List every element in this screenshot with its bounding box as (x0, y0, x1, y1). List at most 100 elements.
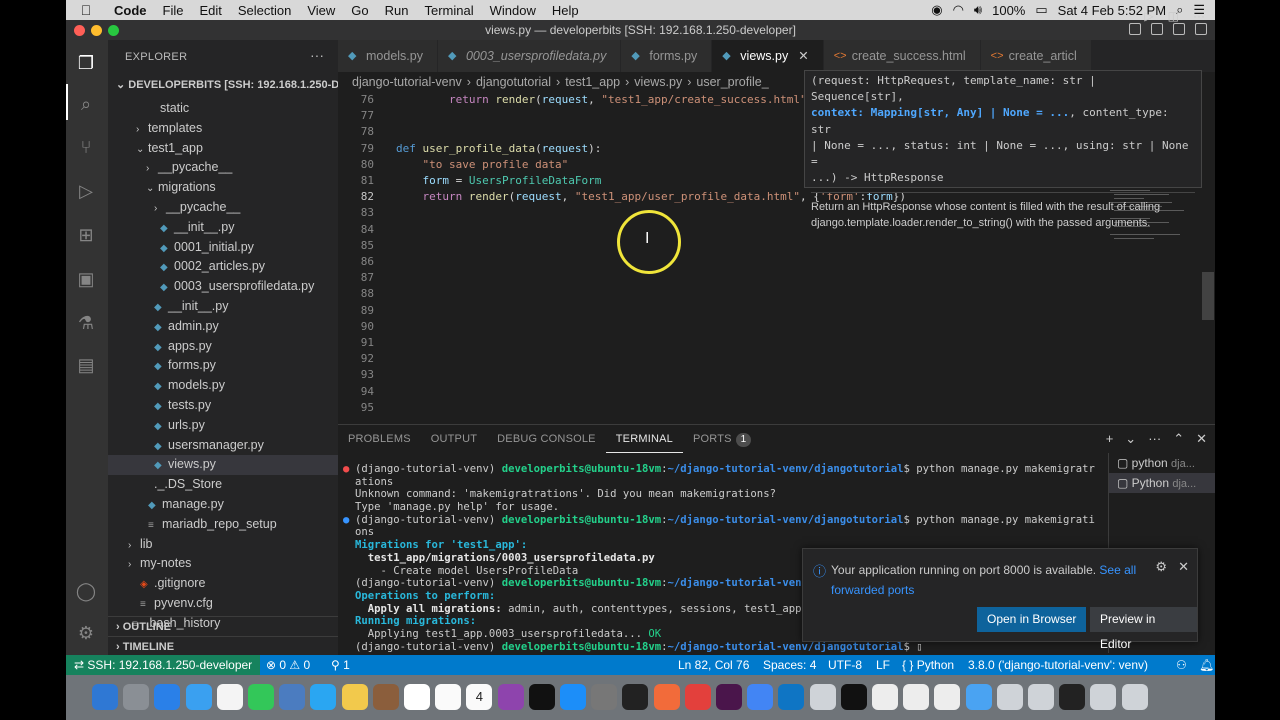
extensions-icon[interactable]: ⊞ (75, 224, 97, 246)
dock-app-icon[interactable] (279, 684, 306, 710)
terminal-item[interactable]: ▢ Python dja... (1109, 473, 1215, 493)
tab-create-articl[interactable]: <> create_articl (980, 40, 1092, 72)
dock-app-icon[interactable] (653, 684, 680, 710)
dock-app-icon[interactable] (1059, 684, 1086, 710)
tab-models-py[interactable]: ◆ models.py (338, 40, 438, 72)
code-line[interactable]: 88 (338, 286, 1215, 302)
tab-0003-usersprofiledata-py[interactable]: ◆ 0003_usersprofiledata.py (437, 40, 622, 72)
tree-item[interactable]: ◆ 0002_articles.py (108, 257, 338, 277)
cursor-position[interactable]: Ln 82, Col 76 (678, 655, 749, 675)
dock-app-icon[interactable] (497, 684, 524, 710)
editor-scrollbar[interactable] (1202, 272, 1214, 320)
close-panel-icon[interactable]: ✕ (1196, 431, 1207, 447)
problems-count[interactable]: ⊗ 0 ⚠ 0 (266, 655, 310, 675)
dock-app-icon[interactable] (1121, 684, 1148, 710)
code-line[interactable]: 92 (338, 351, 1215, 367)
search-icon[interactable]: ⌕ (75, 93, 97, 115)
dock-app-icon[interactable]: 4 (466, 684, 493, 710)
tab-views-py[interactable]: ◆ views.py ✕ (712, 40, 824, 72)
dock-app-icon[interactable] (840, 684, 867, 710)
remote-explorer-icon[interactable]: ▣ (75, 268, 97, 290)
outline-section[interactable]: › OUTLINE (108, 616, 338, 636)
explorer-icon[interactable]: ❐ (75, 52, 97, 74)
more-icon[interactable]: ··· (1193, 9, 1205, 23)
testing-icon[interactable]: ⚗ (75, 312, 97, 334)
dock-app-icon[interactable] (123, 684, 150, 710)
see-all-link[interactable]: See all (1099, 563, 1136, 577)
line-endings[interactable]: LF (876, 655, 890, 675)
code-line[interactable]: 94 (338, 384, 1215, 400)
dock-app-icon[interactable] (310, 684, 337, 710)
tab-ports[interactable]: PORTS 1 (683, 425, 761, 453)
breadcrumb-item[interactable]: djangotutorial (476, 75, 551, 89)
customize-layout-icon[interactable] (1195, 23, 1207, 35)
notification-gear-icon[interactable]: ⚙ (1155, 559, 1167, 575)
tree-item[interactable]: ≡ mariadb_repo_setup (108, 515, 338, 535)
code-line[interactable]: 86 (338, 254, 1215, 270)
source-control-icon[interactable]: ⑂ (75, 136, 97, 158)
tree-item[interactable]: › my-notes (108, 554, 338, 574)
menu-selection[interactable]: Selection (230, 3, 299, 18)
account-icon[interactable]: ◯ (75, 580, 97, 602)
account-feedback-icon[interactable]: ⚇ (1176, 655, 1187, 675)
tree-item[interactable]: ◆ urls.py (108, 416, 338, 436)
more-icon[interactable]: ··· (1148, 431, 1161, 447)
terminal-item[interactable]: ▢ python dja... (1109, 453, 1215, 473)
breadcrumb-item[interactable]: views.py (634, 75, 682, 89)
dock-app-icon[interactable] (185, 684, 212, 710)
dock-app-icon[interactable] (92, 684, 118, 710)
close-icon[interactable]: ✕ (1178, 559, 1189, 575)
forwarded-ports-link[interactable]: forwarded ports (831, 583, 914, 597)
minimize-window-button[interactable] (91, 25, 102, 36)
encoding[interactable]: UTF-8 (828, 655, 862, 675)
menu-code[interactable]: Code (106, 3, 155, 18)
tab-output[interactable]: OUTPUT (421, 425, 487, 453)
tree-item[interactable]: › __pycache__ (108, 198, 338, 218)
preview-in-editor-button[interactable]: Preview in Editor (1090, 607, 1197, 651)
dock-app-icon[interactable] (1028, 684, 1054, 710)
tree-item[interactable]: ._.DS_Store (108, 475, 338, 495)
tab-terminal[interactable]: TERMINAL (605, 425, 683, 453)
menu-terminal[interactable]: Terminal (417, 3, 482, 18)
dock-app-icon[interactable] (216, 684, 243, 710)
database-icon[interactable]: ▤ (75, 354, 97, 376)
command-status-icon[interactable]: ● (343, 514, 349, 527)
code-line[interactable]: 87 (338, 270, 1215, 286)
wifi-icon[interactable]: ◠ (953, 2, 964, 18)
dock-app-icon[interactable] (372, 684, 399, 710)
tree-item[interactable]: ◆ __init__.py (108, 218, 338, 238)
battery-label[interactable]: 100% (992, 3, 1025, 18)
tree-item[interactable]: ◈ .gitignore (108, 574, 338, 594)
new-terminal-icon[interactable]: + (1106, 431, 1114, 447)
dock-app-icon[interactable] (622, 684, 649, 710)
dock-app-icon[interactable] (903, 684, 930, 710)
tree-item[interactable]: ◆ usersmanager.py (108, 436, 338, 456)
python-interpreter[interactable]: 3.8.0 ('django-tutorial-venv': venv) (968, 655, 1148, 675)
dock-app-icon[interactable] (248, 684, 274, 710)
run-debug-icon[interactable]: ▷ (75, 180, 97, 202)
menu-window[interactable]: Window (482, 3, 544, 18)
close-tab-icon[interactable]: ✕ (798, 49, 808, 63)
dock-app-icon[interactable] (809, 684, 836, 710)
tree-item[interactable]: › __pycache__ (108, 158, 338, 178)
maximize-panel-icon[interactable]: ⌃ (1173, 431, 1184, 447)
code-line[interactable]: 85 (338, 238, 1215, 254)
settings-gear-icon[interactable]: ⚙ (75, 622, 97, 644)
dock-app-icon[interactable] (747, 684, 774, 710)
tree-item[interactable]: ◆ admin.py (108, 317, 338, 337)
more-actions-icon[interactable]: ··· (310, 47, 324, 63)
close-window-button[interactable] (74, 25, 85, 36)
dock-app-icon[interactable] (154, 684, 181, 710)
language-mode[interactable]: { } Python (902, 655, 954, 675)
tree-item[interactable]: ≡ pyvenv.cfg (108, 594, 338, 614)
menu-file[interactable]: File (155, 3, 192, 18)
tree-item[interactable]: › lib (108, 535, 338, 555)
dock-app-icon[interactable] (934, 684, 961, 710)
menu-run[interactable]: Run (377, 3, 417, 18)
dock-app-icon[interactable] (528, 684, 555, 710)
dock-app-icon[interactable] (560, 684, 586, 710)
breadcrumb-item[interactable]: django-tutorial-venv (352, 75, 462, 89)
tree-item[interactable]: ◆ manage.py (108, 495, 338, 515)
tree-item[interactable]: ◆ forms.py (108, 356, 338, 376)
tree-item[interactable]: ◆ views.py (108, 455, 338, 476)
